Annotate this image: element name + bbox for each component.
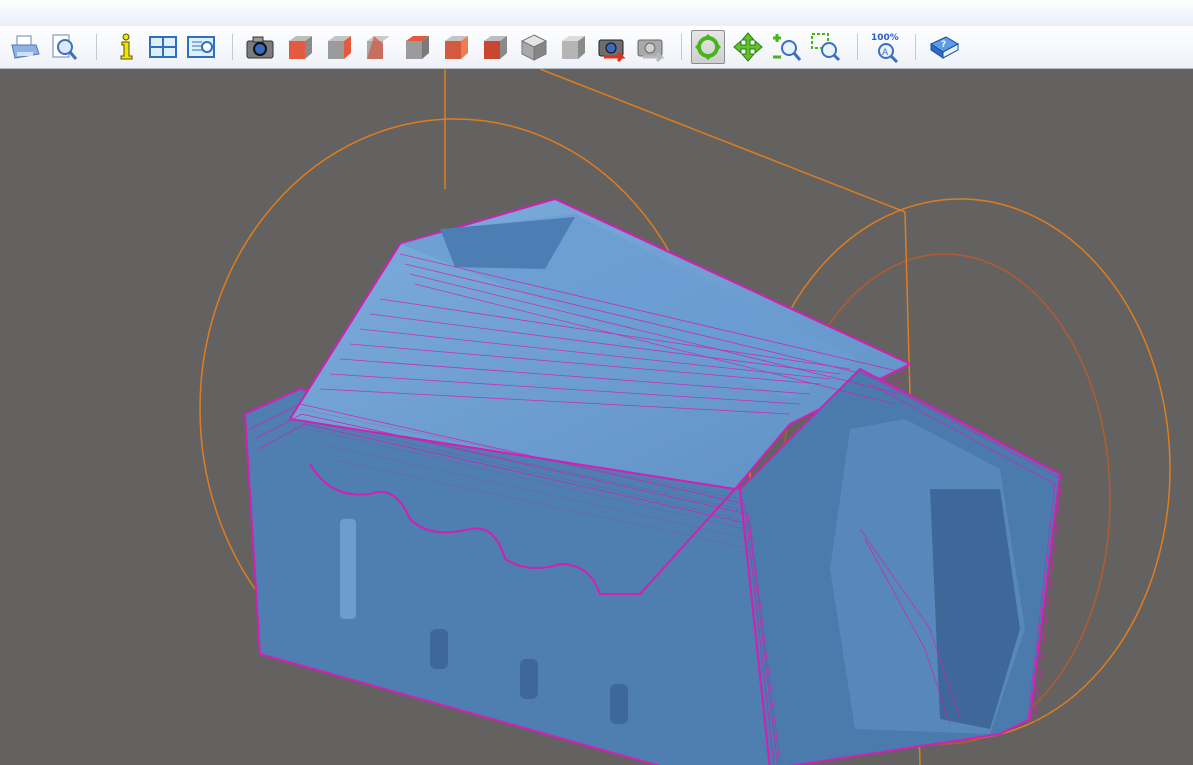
rotate-icon <box>695 34 721 60</box>
3d-viewport[interactable] <box>0 69 1193 765</box>
toolbar-separator <box>681 34 682 60</box>
cube-iso-icon <box>520 34 548 61</box>
view-right-button[interactable] <box>322 30 356 64</box>
view-top-button[interactable] <box>400 30 434 64</box>
rotate-button[interactable] <box>691 30 725 64</box>
cube-right-icon <box>328 36 351 59</box>
engine-block-part[interactable] <box>243 197 1062 765</box>
cube-top-icon <box>406 36 429 59</box>
cube-iso-alt-icon <box>562 36 585 59</box>
info-icon <box>120 33 133 60</box>
zoom-window-button[interactable] <box>809 30 843 64</box>
document-view-icon <box>187 36 215 58</box>
zoom-button[interactable] <box>770 30 804 64</box>
print-preview-button[interactable] <box>46 30 80 64</box>
camera-reset-icon <box>598 39 626 62</box>
camera-forward-button[interactable] <box>634 30 668 64</box>
help-book-icon: ? <box>929 36 960 59</box>
camera-forward-icon <box>637 39 665 62</box>
zoom-100-label: 100% <box>871 33 899 43</box>
print-preview-icon <box>52 34 78 60</box>
snapshot-button[interactable] <box>243 30 277 64</box>
zoom-100-icon: 100% A <box>871 33 899 63</box>
document-view-button[interactable] <box>184 30 218 64</box>
cube-front-icon <box>289 36 312 59</box>
toolbar-separator <box>232 34 233 60</box>
pan-icon <box>733 32 763 62</box>
toolbar-separator <box>915 34 916 60</box>
cube-back-icon <box>367 36 390 59</box>
view-left-button[interactable] <box>439 30 473 64</box>
zoom-icon <box>773 34 802 61</box>
zoom-fit-button[interactable]: 100% A <box>868 30 902 64</box>
zoom-window-icon <box>811 33 841 62</box>
view-iso-button[interactable] <box>517 30 551 64</box>
layout-view-button[interactable] <box>146 30 180 64</box>
toolbar-separator <box>857 34 858 60</box>
svg-text:?: ? <box>941 40 946 50</box>
window-title-bar <box>0 0 1193 27</box>
printer-icon <box>11 35 40 59</box>
camera-reset-button[interactable] <box>595 30 629 64</box>
toolbar-separator <box>96 34 97 60</box>
cube-bottom-icon <box>484 36 507 59</box>
view-back-button[interactable] <box>361 30 395 64</box>
grid-view-icon <box>149 36 177 58</box>
view-bottom-button[interactable] <box>478 30 512 64</box>
view-iso-alt-button[interactable] <box>556 30 590 64</box>
pan-button[interactable] <box>731 30 765 64</box>
info-button[interactable] <box>108 30 142 64</box>
view-front-button[interactable] <box>283 30 317 64</box>
print-button[interactable] <box>8 30 42 64</box>
camera-icon <box>246 36 274 59</box>
help-button[interactable]: ? <box>927 30 961 64</box>
main-toolbar: 100% A ? <box>0 26 1193 69</box>
model-scene[interactable] <box>0 69 1193 765</box>
svg-text:A: A <box>882 48 889 58</box>
cube-left-icon <box>445 36 468 59</box>
